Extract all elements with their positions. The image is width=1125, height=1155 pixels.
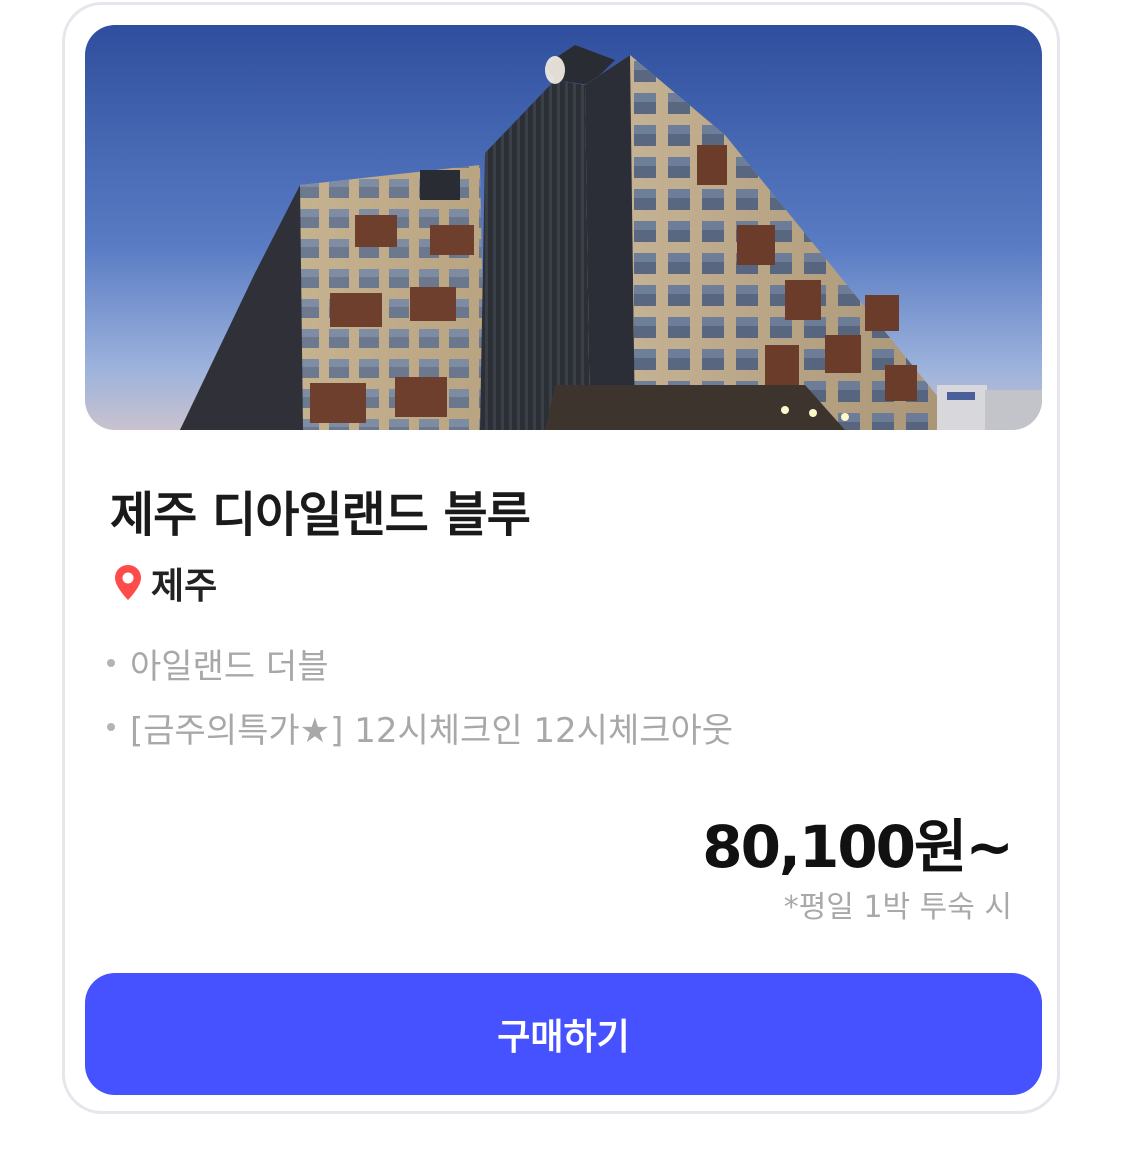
buy-button[interactable]: 구매하기 — [85, 973, 1042, 1095]
map-pin-icon — [113, 563, 143, 603]
hotel-card[interactable]: 제주 디아일랜드 블루 제주 아일랜드 더블 [금주의특가★] 12시체크인 1… — [62, 2, 1060, 1114]
price-note: *평일 1박 투숙 시 — [783, 890, 1012, 925]
location-label: 제주 — [151, 566, 218, 607]
hotel-title: 제주 디아일랜드 블루 — [110, 487, 531, 543]
feature-text: [금주의특가★] 12시체크인 12시체크아웃 — [130, 710, 734, 751]
hotel-photo — [85, 25, 1042, 430]
bullet-dot — [107, 659, 115, 667]
location: 제주 — [113, 560, 218, 607]
list-item: 아일랜드 더블 — [107, 631, 733, 695]
bullet-dot — [107, 723, 115, 731]
feature-text: 아일랜드 더블 — [130, 646, 329, 687]
list-item: [금주의특가★] 12시체크인 12시체크아웃 — [107, 695, 733, 759]
price: 80,100원~ — [702, 813, 1014, 881]
feature-list: 아일랜드 더블 [금주의특가★] 12시체크인 12시체크아웃 — [107, 631, 733, 759]
